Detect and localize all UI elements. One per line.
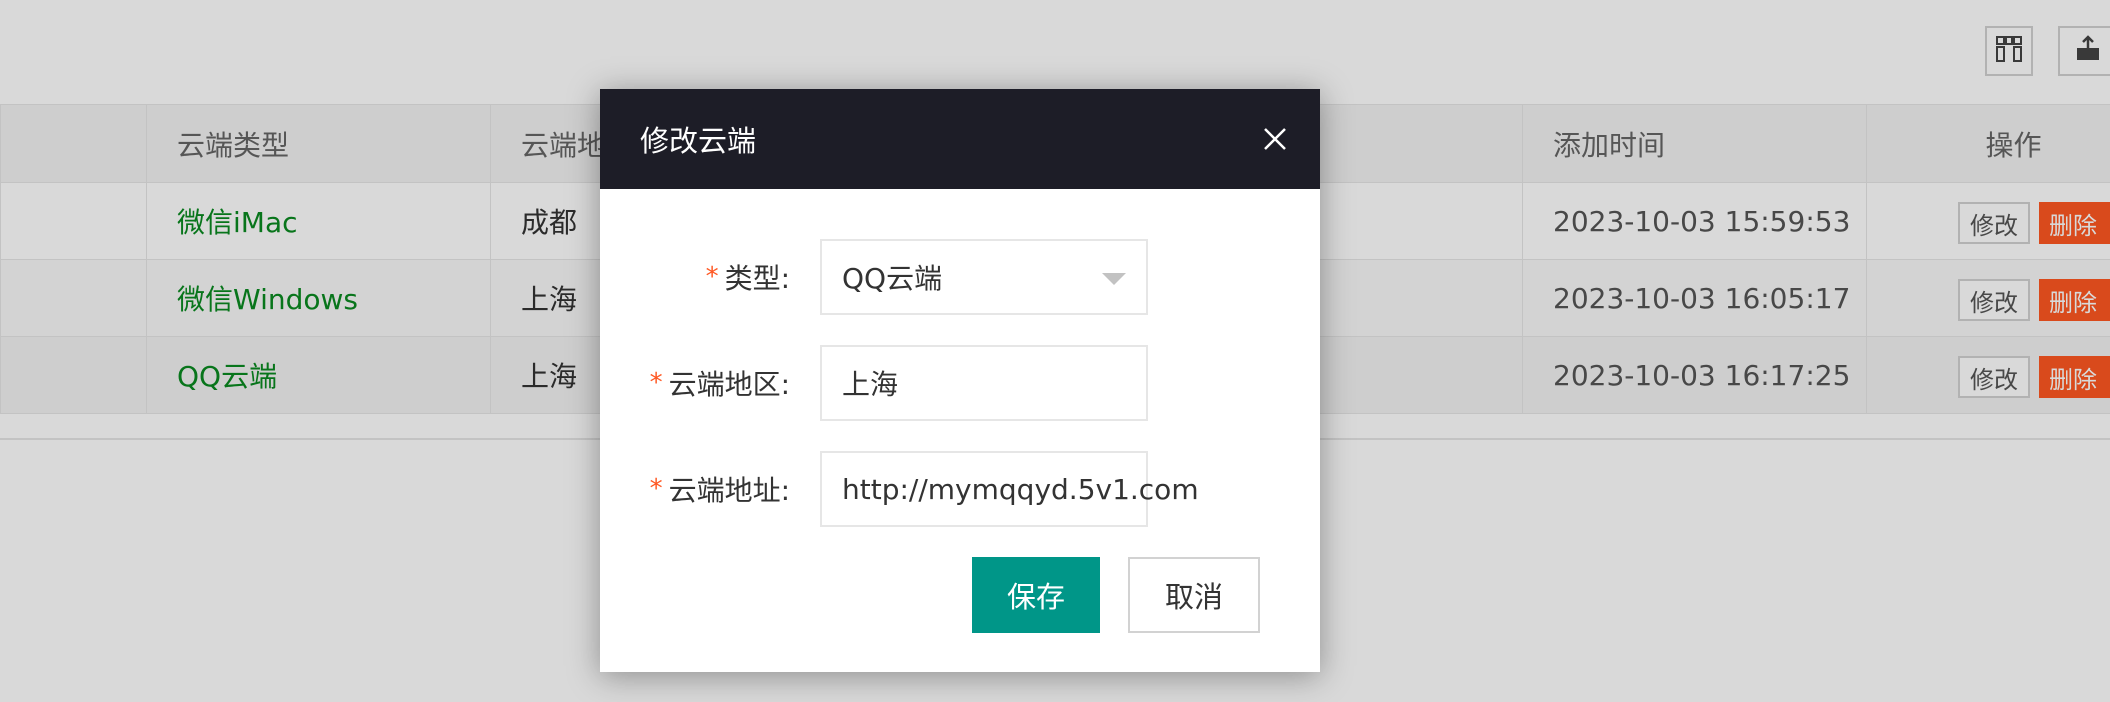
cancel-button[interactable]: 取消: [1128, 557, 1260, 633]
type-select-value: QQ云端: [842, 262, 943, 295]
required-mark: *: [649, 368, 663, 398]
region-label-text: 云端地区:: [668, 368, 790, 401]
type-label-text: 类型:: [724, 262, 790, 295]
required-mark: *: [705, 262, 719, 292]
region-input[interactable]: 上海: [820, 345, 1148, 421]
required-mark: *: [649, 474, 663, 504]
edit-cloud-dialog: 修改云端 * 类型: QQ云端 * 云端地区: 上海 * 云端地址: http:…: [600, 89, 1320, 672]
dialog-header: 修改云端: [600, 89, 1320, 189]
close-icon[interactable]: [1260, 124, 1290, 154]
type-select[interactable]: QQ云端: [820, 239, 1148, 315]
form-row-region: * 云端地区: 上海: [600, 345, 1320, 421]
type-label: * 类型:: [706, 239, 790, 315]
dialog-title: 修改云端: [640, 124, 757, 158]
address-input[interactable]: http://mymqqyd.5v1.com: [820, 451, 1199, 527]
save-button[interactable]: 保存: [972, 557, 1100, 633]
form-row-type: * 类型: QQ云端: [600, 239, 1320, 315]
region-label: * 云端地区:: [650, 345, 790, 421]
form-row-address: * 云端地址: http://mymqqyd.5v1.com: [600, 451, 1320, 527]
address-label: * 云端地址:: [650, 451, 790, 527]
chevron-down-icon: [1102, 273, 1126, 285]
address-label-text: 云端地址:: [668, 474, 790, 507]
